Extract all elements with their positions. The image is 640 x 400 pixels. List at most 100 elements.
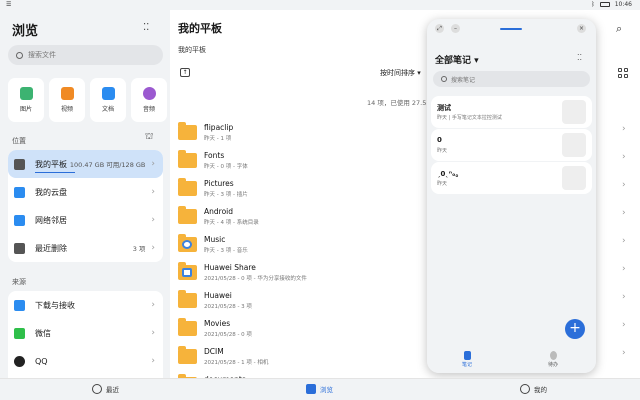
download-icon <box>14 299 25 311</box>
file-meta: 昨天 - 4 项 - 系统目录 <box>204 220 259 226</box>
file-meta: 昨天 - 3 项 - 插片 <box>204 192 248 198</box>
storage-icon[interactable]: ⛫ <box>145 132 153 143</box>
share-badge-icon <box>182 268 192 277</box>
chevron-right-icon: › <box>151 215 155 225</box>
sidebar-item-network[interactable]: 网络邻居 › <box>8 206 163 234</box>
sidebar-toggle-icon[interactable]: ⁚⁚ <box>143 22 149 33</box>
chevron-right-icon: › <box>151 187 155 197</box>
file-meta: 昨天 - 1 项 <box>204 136 232 142</box>
file-meta: 昨天 - 0 项 - 字体 <box>204 164 248 170</box>
category-label: 图片 <box>19 106 32 113</box>
sidebar-item-label: 最近删除 <box>35 243 67 253</box>
music-folder-icon <box>178 234 197 252</box>
note-thumbnail <box>562 133 586 157</box>
chevron-right-icon: › <box>151 300 155 310</box>
file-name: Fonts <box>204 151 225 160</box>
sidebar-item-wechat[interactable]: 微信 › <box>8 319 163 347</box>
notes-title[interactable]: 全部笔记 ▾ <box>435 53 479 66</box>
upload-icon[interactable]: ↑ <box>180 68 190 77</box>
file-meta: 2021/05/28 - 1 项 - 相机 <box>204 360 269 366</box>
sidebar-item-label: 下载与接收 <box>35 300 75 310</box>
window-titlebar[interactable]: ⤢ – × <box>427 19 596 39</box>
category-label: 音频 <box>142 106 155 113</box>
close-icon[interactable]: × <box>577 24 586 33</box>
grid-view-icon[interactable] <box>618 68 628 78</box>
tab-todo[interactable]: 待办 <box>541 351 565 368</box>
notes-layout-icon[interactable]: ⁚⁚ <box>577 53 582 62</box>
qq-icon <box>14 355 25 367</box>
status-bar: ☰ ᛒ 10:46 <box>0 0 640 10</box>
sidebar-item-downloads[interactable]: 下载与接收 › <box>8 291 163 319</box>
tablet-icon <box>14 158 25 170</box>
wechat-icon <box>14 327 25 339</box>
sidebar-item-cloud[interactable]: 我的云盘 › <box>8 178 163 206</box>
note-card[interactable]: 测试 昨天 | 手写笔记文本拉控测试 <box>431 96 592 128</box>
source-list: 下载与接收 › 微信 › QQ › <box>8 291 163 378</box>
file-name: Pictures <box>204 179 234 188</box>
category-label: 视频 <box>60 106 73 113</box>
notification-icon: ☰ <box>6 1 12 8</box>
sidebar-item-label: 网络邻居 <box>35 215 67 225</box>
file-name: DCIM <box>204 347 224 356</box>
category-videos[interactable]: 视频 <box>49 78 85 122</box>
search-icon[interactable]: ⌕ <box>616 22 622 36</box>
sort-dropdown[interactable]: 按时间排序 ▾ <box>380 68 421 78</box>
usage-summary: 14 项，已使用 27.5 <box>367 99 427 107</box>
notes-floating-window: ⤢ – × 全部笔记 ▾ ⁚⁚ 搜索笔记 测试 昨天 | 手写笔记文本拉控测试 … <box>427 19 596 373</box>
storage-bar <box>35 171 75 173</box>
add-note-button[interactable]: + <box>565 319 585 339</box>
notes-search-placeholder: 搜索笔记 <box>451 76 476 84</box>
file-meta: 昨天 - 3 项 - 音乐 <box>204 248 248 254</box>
deleted-count: 3 项 <box>132 245 146 253</box>
tab-label: 笔记 <box>461 362 472 368</box>
note-thumbnail <box>562 166 586 190</box>
file-name: flipaclip <box>204 123 234 132</box>
chevron-right-icon: › <box>622 152 626 162</box>
category-grid: 图片 视频 文档 音频 <box>8 78 167 122</box>
category-documents[interactable]: 文档 <box>90 78 126 122</box>
cloud-icon <box>14 186 25 198</box>
music-badge-icon <box>182 240 192 249</box>
folder-icon <box>178 318 197 336</box>
audio-icon <box>142 87 156 100</box>
chevron-right-icon: › <box>151 356 155 366</box>
folder-icon <box>178 206 197 224</box>
chevron-right-icon: › <box>622 124 626 134</box>
file-name: Android <box>204 207 233 216</box>
chevron-right-icon: › <box>151 328 155 338</box>
storage-meta: 100.47 GB 可用/128 GB <box>69 161 146 169</box>
tab-notes[interactable]: 笔记 <box>455 351 479 368</box>
sidebar-item-label: 我的平板 <box>35 159 67 169</box>
nav-label: 浏览 <box>320 386 333 394</box>
note-subtitle: 昨天 | 手写笔记文本拉控测试 <box>437 115 502 121</box>
minimize-icon[interactable]: – <box>451 24 460 33</box>
nav-browse[interactable]: 浏览 <box>306 384 333 394</box>
network-icon <box>14 214 25 226</box>
location-section-label: 位置 <box>12 137 26 145</box>
sidebar-item-my-tablet[interactable]: 我的平板 100.47 GB 可用/128 GB › <box>8 150 163 178</box>
status-right: ᛒ 10:46 <box>591 1 632 8</box>
file-name: Huawei <box>204 291 232 300</box>
nav-recent[interactable]: 最近 <box>92 384 119 394</box>
note-subtitle: 昨天 <box>437 148 448 154</box>
note-card[interactable]: 0 昨天 <box>431 129 592 161</box>
nav-mine[interactable]: 我的 <box>520 384 547 394</box>
breadcrumb[interactable]: 我的平板 <box>178 45 206 55</box>
chevron-right-icon: › <box>151 159 155 169</box>
sidebar-item-recently-deleted[interactable]: 最近删除 3 项 › <box>8 234 163 262</box>
notes-search-input[interactable]: 搜索笔记 <box>433 71 590 87</box>
file-search-input[interactable]: 搜索文件 <box>8 45 163 65</box>
tab-label: 待办 <box>547 362 558 368</box>
note-card[interactable]: ˏ0ˎⁿₒ。 昨天 <box>431 162 592 194</box>
file-meta: 2021/05/28 - 0 项 - 华为分享接收的文件 <box>204 276 307 282</box>
share-folder-icon <box>178 262 197 280</box>
folder-icon <box>178 178 197 196</box>
note-title: 0 <box>437 136 442 144</box>
category-audio[interactable]: 音频 <box>131 78 167 122</box>
video-icon <box>60 87 74 100</box>
person-icon <box>520 384 530 394</box>
drag-handle[interactable] <box>500 28 522 30</box>
sidebar-item-qq[interactable]: QQ › <box>8 347 163 375</box>
fullscreen-icon[interactable]: ⤢ <box>435 24 444 33</box>
category-images[interactable]: 图片 <box>8 78 44 122</box>
